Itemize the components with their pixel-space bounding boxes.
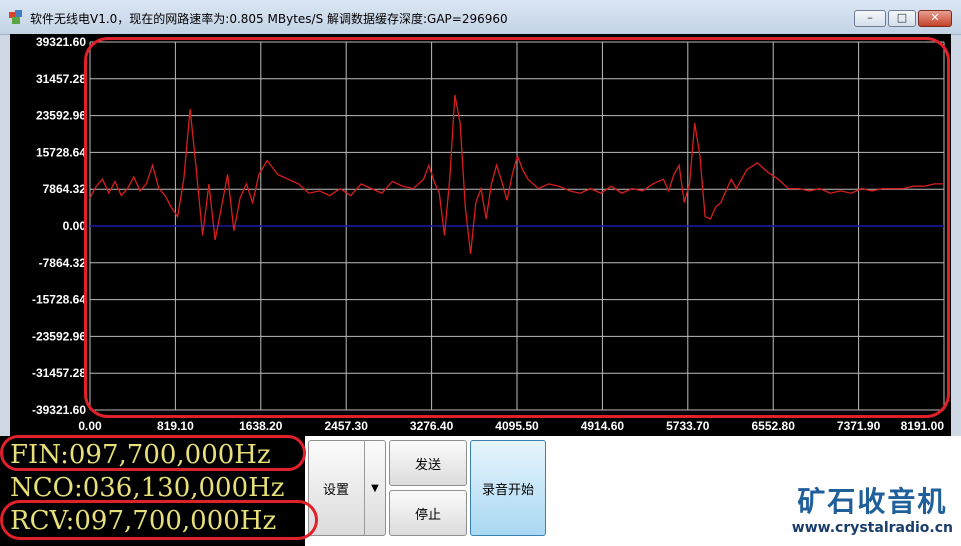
x-tick-label: 5733.70	[666, 419, 710, 433]
app-icon	[9, 10, 22, 24]
y-tick-label: 15728.64	[36, 145, 86, 159]
frequency-display: FIN:097,700,000Hz NCO:036,130,000Hz RCV:…	[0, 436, 305, 546]
chevron-down-icon[interactable]: ▼	[364, 441, 385, 535]
brand-name: 矿石收音机	[797, 485, 948, 518]
y-tick-label: -7864.32	[39, 256, 87, 270]
y-tick-label: 7864.32	[43, 182, 87, 196]
brand-watermark: 矿石收音机 www.crystalradio.cn	[792, 480, 953, 536]
nco-readout: NCO:036,130,000Hz	[10, 473, 285, 503]
y-tick-label: -39321.60	[32, 403, 86, 417]
x-tick-label: 6552.80	[752, 419, 796, 433]
x-tick-label: 1638.20	[239, 419, 283, 433]
x-tick-label: 8191.00	[901, 419, 945, 433]
y-tick-label: 39321.60	[36, 35, 86, 49]
record-start-button[interactable]: 录音开始	[470, 440, 546, 536]
minimize-icon: –	[867, 11, 873, 24]
y-tick-label: -15728.64	[32, 293, 86, 307]
close-button[interactable]: ✕	[918, 10, 952, 27]
x-tick-label: 7371.90	[837, 419, 881, 433]
maximize-icon: □	[896, 11, 908, 24]
y-tick-label: 0.00	[63, 219, 87, 233]
fin-readout: FIN:097,700,000Hz	[10, 440, 271, 470]
y-tick-label: -23592.96	[32, 329, 86, 343]
close-icon: ✕	[930, 11, 940, 24]
chart-svg: 39321.60 31457.28 23592.96 15728.64 7864.32 0…	[32, 35, 945, 433]
x-tick-label: 3276.40	[410, 419, 454, 433]
control-panel: FIN:097,700,000Hz NCO:036,130,000Hz RCV:…	[0, 436, 961, 546]
y-tick-label: -31457.28	[32, 366, 86, 380]
window-title: 软件无线电V1.0，现在的网路速率为:0.805 MBytes/S 解调数据缓存…	[30, 12, 508, 26]
x-tick-label: 0.00	[78, 419, 102, 433]
x-tick-label: 4914.60	[581, 419, 625, 433]
send-button[interactable]: 发送	[389, 440, 467, 486]
minimize-button[interactable]: –	[854, 10, 886, 27]
y-tick-label: 23592.96	[36, 109, 86, 123]
spectrum-chart: 39321.60 31457.28 23592.96 15728.64 7864.32 0…	[10, 34, 951, 436]
y-tick-label: 31457.28	[36, 72, 86, 86]
maximize-button[interactable]: □	[888, 10, 916, 27]
settings-label: 设置	[322, 482, 349, 498]
stop-button[interactable]: 停止	[389, 490, 467, 536]
x-tick-label: 4095.50	[495, 419, 539, 433]
x-tick-label: 819.10	[157, 419, 194, 433]
x-tick-label: 2457.30	[325, 419, 369, 433]
rcv-readout: RCV:097,700,000Hz	[10, 506, 277, 536]
title-bar: 软件无线电V1.0，现在的网路速率为:0.805 MBytes/S 解调数据缓存…	[0, 0, 961, 35]
brand-url: www.crystalradio.cn	[791, 520, 953, 536]
settings-dropdown[interactable]: 设置 ▼	[308, 440, 386, 536]
